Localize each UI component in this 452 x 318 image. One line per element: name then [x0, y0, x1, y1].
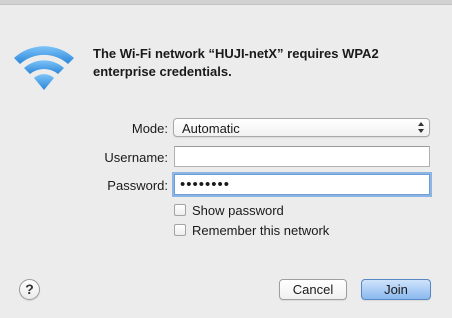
username-field[interactable]	[174, 146, 430, 167]
wifi-credentials-dialog: The Wi-Fi network “HUJI-netX” requires W…	[0, 0, 452, 318]
show-password-label[interactable]: Show password	[192, 203, 284, 218]
dialog-message: The Wi-Fi network “HUJI-netX” requires W…	[93, 46, 379, 79]
username-label: Username:	[104, 150, 168, 165]
cancel-button[interactable]: Cancel	[279, 279, 347, 300]
password-field[interactable]: ••••••••	[174, 174, 430, 195]
window-top-edge	[0, 0, 452, 5]
password-label: Password:	[107, 178, 168, 193]
help-button[interactable]: ?	[19, 279, 40, 300]
question-mark-icon: ?	[25, 281, 34, 297]
mode-label: Mode:	[131, 121, 168, 136]
show-password-checkbox[interactable]	[174, 204, 186, 216]
join-button[interactable]: Join	[361, 279, 431, 300]
mode-select-value: Automatic	[182, 121, 240, 136]
up-down-arrows-icon	[417, 120, 425, 135]
wifi-icon	[12, 40, 76, 96]
mode-select[interactable]: Automatic	[173, 118, 430, 137]
remember-network-label[interactable]: Remember this network	[192, 223, 329, 238]
remember-network-checkbox[interactable]	[174, 224, 186, 236]
